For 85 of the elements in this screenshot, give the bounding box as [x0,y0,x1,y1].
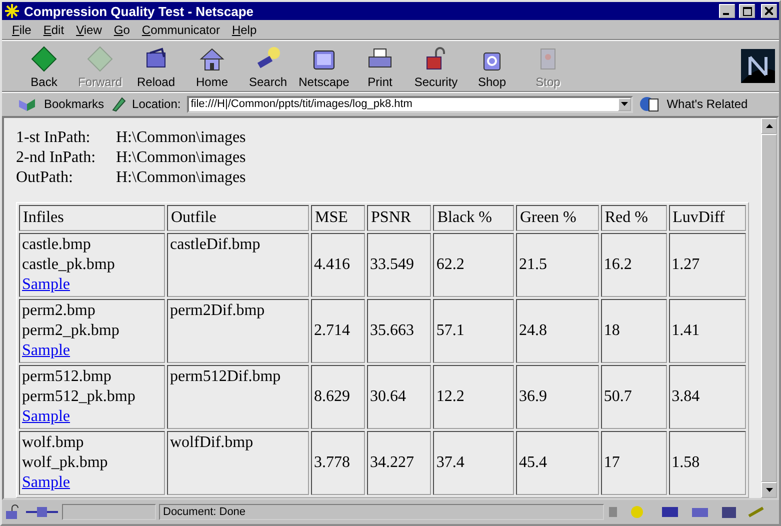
sample-link[interactable]: Sample [22,474,70,491]
table-cell: 37.4 [433,431,514,495]
menu-item[interactable]: Edit [37,22,70,36]
table-cell: 1.58 [668,431,746,495]
column-header: Infiles [19,205,165,231]
toolbar-button[interactable]: Search [240,45,296,89]
table-cell: 3.84 [668,365,746,429]
down-arrow-icon [766,488,772,492]
status-text: Document: Done [159,504,604,520]
table-cell: perm512Dif.bmp [167,365,309,429]
connection-icon [25,504,59,520]
table-cell: 17 [600,431,667,495]
table-cell: 16.2 [600,233,667,297]
up-arrow-icon [766,124,772,128]
logo-icon [741,49,775,83]
menu-item[interactable]: File [6,22,38,36]
close-icon [765,7,773,15]
sample-link[interactable]: Sample [22,408,70,425]
path-value: H:\Common\images [116,168,246,188]
column-header: MSE [311,205,366,231]
maximize-button[interactable] [739,4,755,18]
table-cell: 33.549 [367,233,432,297]
table-cell: castleDif.bmp [167,233,309,297]
toolbar-button[interactable]: Reload [128,45,184,89]
table-cell: 57.1 [433,299,514,363]
column-header: PSNR [367,205,432,231]
table-cell: wolf.bmp wolf_pk.bmp Sample [19,431,165,495]
toolbar-button[interactable]: Home [184,45,240,89]
location-label: Location: [132,97,181,111]
location-field[interactable]: file:///H|/Common/ppts/tit/images/log_pk8.htm [186,96,633,112]
table-cell: 45.4 [516,431,599,495]
table-cell: 8.629 [311,365,366,429]
column-header: Green % [516,205,599,231]
table-cell: castle.bmp castle_pk.bmp Sample [19,233,165,297]
menu-item[interactable]: Go [108,22,136,36]
star-logo-icon [4,3,20,19]
table-cell: perm2.bmp perm2_pk.bmp Sample [19,299,165,363]
table-cell: 4.416 [311,233,366,297]
dropdown-button[interactable] [618,98,631,110]
toolbar-button[interactable]: Back [16,45,72,89]
scroll-up-button[interactable] [761,118,777,134]
table-cell: 30.64 [367,365,432,429]
table-cell: 3.778 [311,431,366,495]
path-value: H:\Common\images [116,128,246,148]
toolbar-button[interactable]: Security [408,45,464,89]
table-cell: 2.714 [311,299,366,363]
toolbar-button[interactable]: Shop [464,45,520,89]
table-cell: wolfDif.bmp [167,431,309,495]
table-cell: 12.2 [433,365,514,429]
close-button[interactable] [761,4,777,18]
table-cell: 21.5 [516,233,599,297]
table-cell: 34.227 [367,431,432,495]
table-cell: 35.663 [367,299,432,363]
whats-related-button[interactable]: What's Related [666,97,748,111]
column-header: Red % [600,205,667,231]
path-label: OutPath: [16,168,74,188]
scroll-down-button[interactable] [761,482,777,498]
sample-link[interactable]: Sample [22,276,70,293]
table-cell: perm512.bmp perm512_pk.bmp Sample [19,365,165,429]
path-value: H:\Common\images [116,148,246,168]
table-cell: 18 [600,299,667,363]
sample-link[interactable]: Sample [22,342,70,359]
scroll-thumb[interactable] [761,134,777,482]
column-header: Black % [433,205,514,231]
table-cell: 62.2 [433,233,514,297]
minimize-button[interactable] [719,4,735,18]
table-cell: 50.7 [600,365,667,429]
menu-item[interactable]: Communicator [136,22,226,36]
column-header: Outfile [167,205,309,231]
toolbar-button[interactable]: Print [352,45,408,89]
table-cell: 36.9 [516,365,599,429]
table-cell: 24.8 [516,299,599,363]
table-cell: 1.41 [668,299,746,363]
menu-item[interactable]: View [70,22,108,36]
menu-item[interactable]: Help [226,22,263,36]
toolbar-button[interactable]: Netscape [296,45,352,89]
table-cell: 1.27 [668,233,746,297]
path-label: 1-st InPath: [16,128,92,148]
column-header: LuvDiff [668,205,746,231]
table-cell: perm2Dif.bmp [167,299,309,363]
window-title: Compression Quality Test - Netscape [24,4,254,18]
maximize-icon [742,6,752,16]
bookmarks-button[interactable]: Bookmarks [44,97,104,111]
caret-icon [620,102,628,106]
path-label: 2-nd InPath: [16,148,97,168]
